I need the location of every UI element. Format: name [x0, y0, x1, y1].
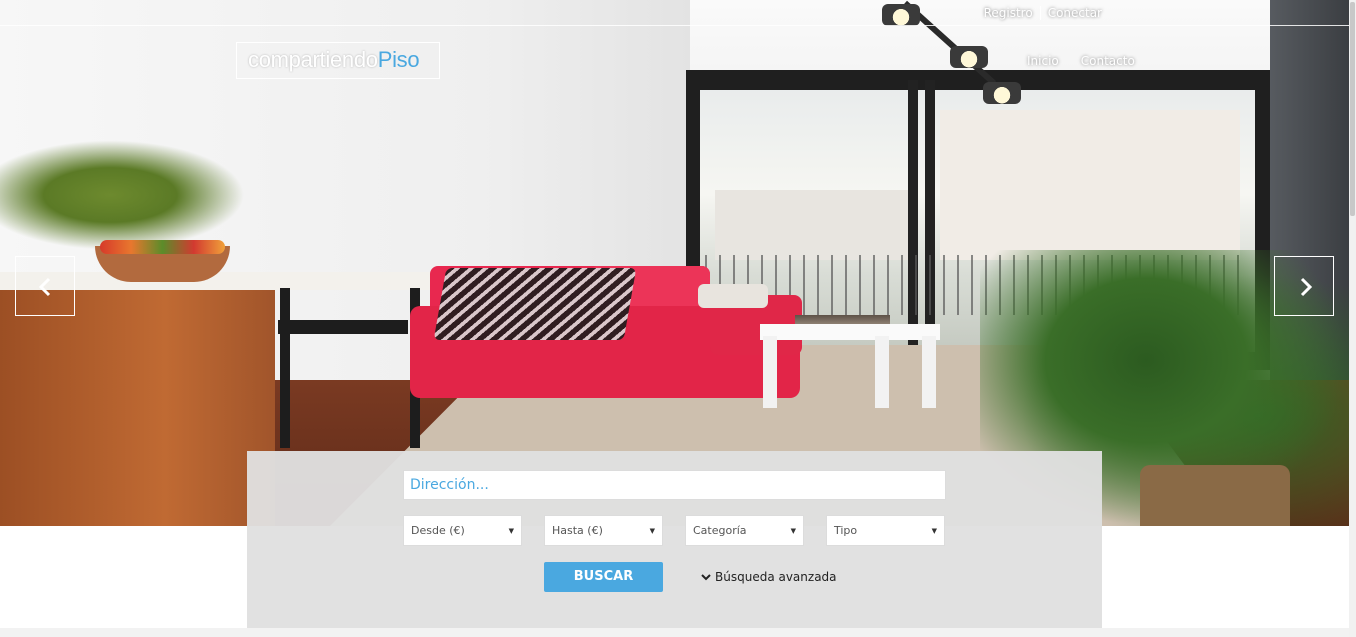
page-bottom-strip — [0, 628, 1349, 637]
chevron-right-icon — [1300, 277, 1313, 297]
logo-text-part1: compartiendo — [248, 47, 378, 72]
hasta-select[interactable]: Hasta (€) ▼ — [544, 515, 663, 546]
hasta-select-value: Hasta (€) — [552, 524, 603, 537]
account-links: Registro Conectar — [984, 6, 1102, 20]
nav-contacto[interactable]: Contacto — [1081, 54, 1135, 68]
chevron-left-icon — [38, 277, 51, 297]
chevron-down-icon — [701, 574, 711, 581]
desde-select[interactable]: Desde (€) ▼ — [403, 515, 522, 546]
categoria-select-value: Categoría — [693, 524, 747, 537]
caret-down-icon: ▼ — [649, 527, 655, 535]
address-input[interactable] — [403, 470, 946, 500]
hero-image — [0, 0, 1349, 526]
page: Registro Conectar compartiendoPiso Inici… — [0, 0, 1356, 637]
tipo-select-value: Tipo — [834, 524, 858, 537]
caret-down-icon: ▼ — [931, 527, 937, 535]
registro-link[interactable]: Registro — [984, 6, 1033, 20]
nav-inicio[interactable]: Inicio — [1027, 54, 1059, 68]
filter-selects: Desde (€) ▼ Hasta (€) ▼ Categoría ▼ Tipo… — [403, 515, 945, 546]
advanced-search-label: Búsqueda avanzada — [715, 570, 837, 584]
logo-text-part2: Piso — [377, 47, 420, 72]
scrollbar-thumb[interactable] — [1350, 2, 1355, 216]
carousel-prev-button[interactable] — [15, 256, 75, 316]
conectar-link[interactable]: Conectar — [1048, 6, 1102, 20]
divider — [1039, 6, 1041, 20]
caret-down-icon: ▼ — [508, 527, 514, 535]
buscar-button[interactable]: BUSCAR — [544, 562, 663, 592]
tipo-select[interactable]: Tipo ▼ — [826, 515, 945, 546]
categoria-select[interactable]: Categoría ▼ — [685, 515, 804, 546]
site-logo[interactable]: compartiendoPiso — [236, 42, 440, 79]
main-nav: Inicio Contacto — [1027, 54, 1135, 68]
desde-select-value: Desde (€) — [411, 524, 465, 537]
carousel-next-button[interactable] — [1274, 256, 1334, 316]
top-bar: Registro Conectar — [0, 0, 1349, 26]
scrollbar[interactable] — [1349, 0, 1356, 637]
search-panel: Desde (€) ▼ Hasta (€) ▼ Categoría ▼ Tipo… — [247, 451, 1102, 628]
caret-down-icon: ▼ — [790, 527, 796, 535]
advanced-search-toggle[interactable]: Búsqueda avanzada — [701, 570, 837, 584]
